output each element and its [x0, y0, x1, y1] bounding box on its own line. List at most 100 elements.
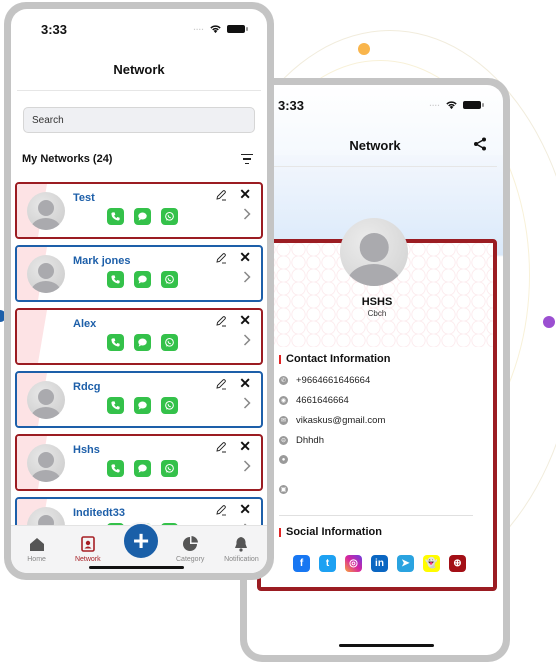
contact-info-value[interactable]: Dhhdh [296, 435, 324, 446]
calendar-icon: ▣ [279, 485, 288, 494]
phone-button[interactable] [107, 208, 124, 225]
contact-name[interactable]: Mark jones [73, 255, 130, 267]
tab-label: Notification [224, 556, 259, 563]
message-icon [138, 464, 147, 473]
contact-actions [107, 334, 178, 351]
contact-actions [107, 271, 178, 288]
linkedin-icon[interactable]: in [371, 555, 388, 572]
whatsapp-icon [165, 274, 174, 284]
facebook-icon[interactable]: f [293, 555, 310, 572]
add-contact-button[interactable]: + [122, 522, 160, 560]
contact-card[interactable]: Test ✕ [15, 182, 263, 239]
contact-info-row: ✆ +9664661646664 [279, 375, 370, 386]
contact-card[interactable]: Hshs ✕ [15, 434, 263, 491]
contact-name[interactable]: Alex [73, 318, 96, 330]
phone-icon [111, 212, 120, 221]
pie-chart-icon [183, 536, 199, 551]
phone-icon [111, 464, 120, 473]
edit-icon[interactable] [215, 378, 227, 390]
contact-info-value[interactable]: 4661646664 [296, 395, 349, 406]
contact-info-row: ⊖ Dhhdh [279, 435, 324, 446]
tab-home[interactable]: Home [11, 526, 62, 573]
phone-icon [111, 401, 120, 410]
whatsapp-icon [165, 400, 174, 410]
status-bar: 3:33 ···· [247, 85, 503, 125]
message-button[interactable] [134, 334, 151, 351]
message-icon [138, 338, 147, 347]
filter-icon[interactable] [241, 154, 253, 164]
edit-icon[interactable] [215, 504, 227, 516]
page-title: Network [349, 138, 401, 153]
message-button[interactable] [134, 208, 151, 225]
card-accent [17, 310, 47, 363]
whatsapp-button[interactable] [161, 208, 178, 225]
home-icon [29, 538, 44, 551]
message-button[interactable] [134, 271, 151, 288]
phone-icon: ✆ [279, 376, 288, 385]
contact-actions [107, 460, 178, 477]
search-placeholder: Search [32, 114, 64, 126]
whatsapp-button[interactable] [161, 334, 178, 351]
message-icon [138, 275, 147, 284]
profile-name: HSHS [361, 296, 393, 308]
contact-name[interactable]: Inditedt33 [73, 507, 125, 519]
contact-info-value[interactable]: vikaskus@gmail.com [296, 415, 385, 426]
list-title: My Networks (24) [22, 153, 113, 165]
phone-button[interactable] [107, 271, 124, 288]
profile-subtitle: Cbch [367, 309, 387, 318]
delete-icon[interactable]: ✕ [239, 313, 251, 327]
phone-button[interactable] [107, 334, 124, 351]
edit-icon[interactable] [215, 252, 227, 264]
website-glyph: ⊕ [453, 558, 462, 569]
twitter-icon[interactable]: t [319, 555, 336, 572]
contact-name[interactable]: Test [73, 192, 95, 204]
status-bar: 3:33 ···· [11, 9, 267, 49]
contact-card[interactable]: Rdcg ✕ [15, 371, 263, 428]
edit-icon[interactable] [215, 189, 227, 201]
whatsapp-button[interactable] [161, 460, 178, 477]
battery-icon [227, 25, 248, 33]
message-button[interactable] [134, 397, 151, 414]
instagram-icon[interactable]: ◎ [345, 555, 362, 572]
page-title: Network [113, 62, 165, 77]
message-button[interactable] [134, 460, 151, 477]
phone-button[interactable] [107, 460, 124, 477]
contact-name[interactable]: Hshs [73, 444, 100, 456]
share-icon[interactable] [473, 137, 487, 151]
chevron-right-icon[interactable] [243, 334, 251, 346]
profile-avatar [340, 218, 408, 286]
signal-icon: ···· [193, 24, 204, 34]
whatsapp-button[interactable] [161, 271, 178, 288]
whatsapp-button[interactable] [161, 397, 178, 414]
contact-card[interactable]: Alex ✕ [15, 308, 263, 365]
home-indicator [339, 644, 434, 647]
orange-dot [358, 43, 370, 55]
chevron-right-icon[interactable] [243, 460, 251, 472]
edit-icon[interactable] [215, 315, 227, 327]
delete-icon[interactable]: ✕ [239, 439, 251, 453]
edit-icon[interactable] [215, 441, 227, 453]
contact-card[interactable]: Mark jones ✕ [15, 245, 263, 302]
delete-icon[interactable]: ✕ [239, 502, 251, 516]
chevron-right-icon[interactable] [243, 208, 251, 220]
contact-actions [107, 397, 178, 414]
contact-info-title: Contact Information [279, 353, 391, 365]
contact-name[interactable]: Rdcg [73, 381, 101, 393]
chevron-right-icon[interactable] [243, 397, 251, 409]
website-icon[interactable]: ⊕ [449, 555, 466, 572]
email-icon: ✉ [279, 416, 288, 425]
network-list-screen: 3:33 ···· Network Search My Networks (24… [11, 9, 267, 573]
contact-info-value[interactable]: +9664661646664 [296, 375, 370, 386]
telegram-icon[interactable]: ➤ [397, 555, 414, 572]
snapchat-icon[interactable]: 👻 [423, 555, 440, 572]
tab-notification[interactable]: Notification [216, 526, 267, 573]
delete-icon[interactable]: ✕ [239, 376, 251, 390]
search-input[interactable]: Search [23, 107, 255, 133]
phone-button[interactable] [107, 397, 124, 414]
location-icon: ● [279, 455, 288, 464]
delete-icon[interactable]: ✕ [239, 250, 251, 264]
whatsapp-icon [165, 463, 174, 473]
delete-icon[interactable]: ✕ [239, 187, 251, 201]
phone-icon [111, 338, 120, 347]
chevron-right-icon[interactable] [243, 271, 251, 283]
